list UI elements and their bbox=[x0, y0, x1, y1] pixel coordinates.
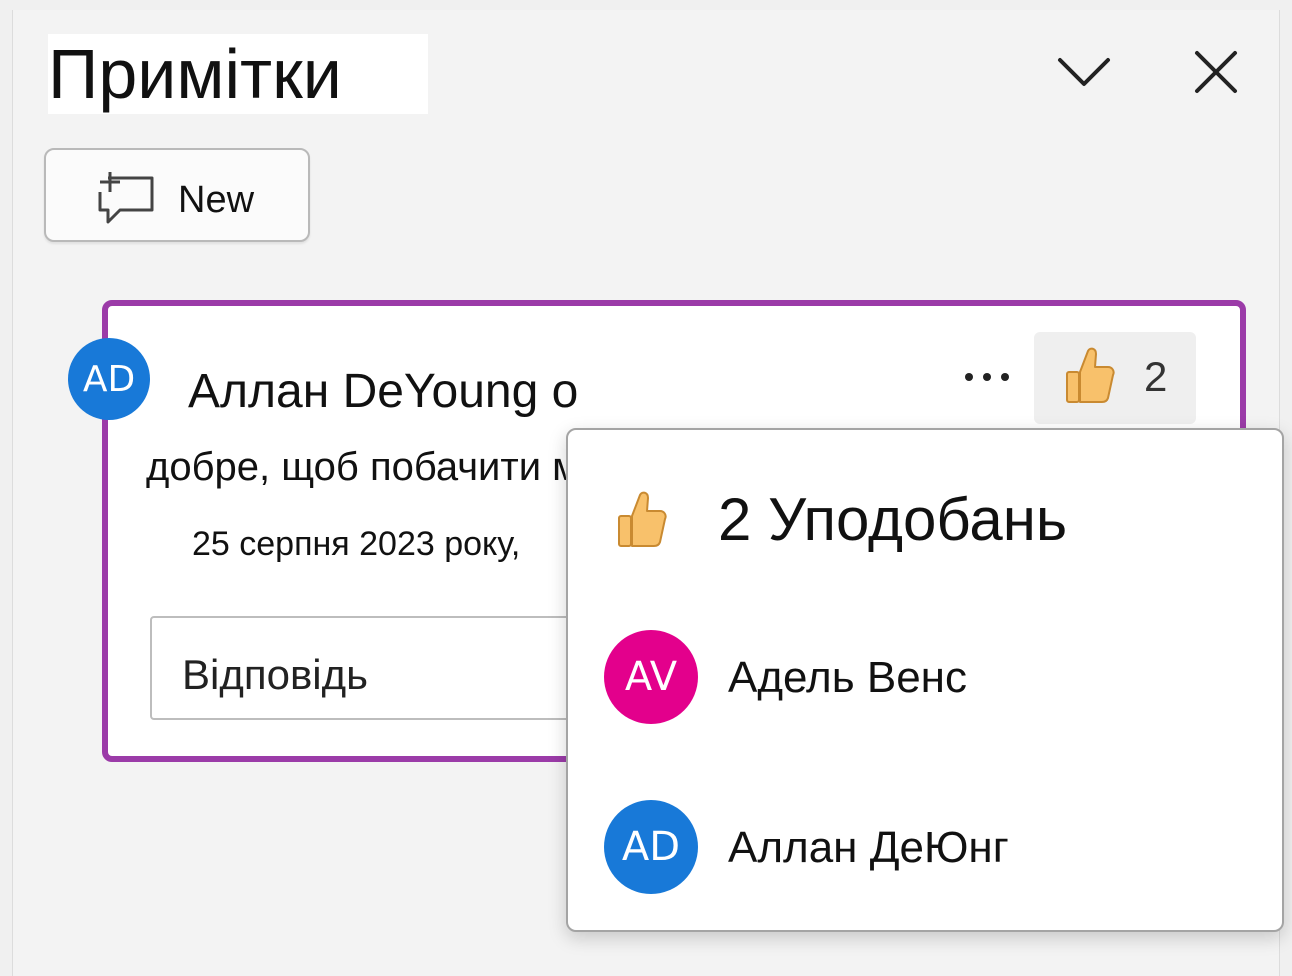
like-count: 2 bbox=[1144, 353, 1168, 400]
liker-name: Аллан ДеЮнг bbox=[728, 823, 1009, 872]
likes-popup: 2 Уподобань AV Адель Венс AD Аллан ДеЮнг bbox=[566, 428, 1284, 932]
thumbs-up-icon bbox=[618, 491, 667, 547]
author-avatar: AD bbox=[68, 338, 150, 420]
likes-popup-title: 2 Уподобань bbox=[718, 486, 1068, 553]
comment-date: 25 серпня 2023 року, bbox=[192, 525, 521, 563]
comment-author: Аллан DeYoung о bbox=[188, 365, 579, 418]
comment-body: добре, щоб побачити ми bbox=[146, 445, 603, 489]
liker-item: AV Адель Венс bbox=[604, 630, 1244, 726]
collapse-button[interactable] bbox=[1048, 40, 1120, 104]
like-button[interactable]: 2 bbox=[1034, 332, 1196, 424]
reply-placeholder: Відповідь bbox=[182, 651, 368, 698]
new-comment-button[interactable]: New bbox=[44, 148, 310, 242]
pane-title: Примітки bbox=[48, 34, 428, 114]
more-options-button[interactable] bbox=[946, 354, 1028, 400]
new-comment-icon bbox=[98, 172, 154, 224]
chevron-down-icon bbox=[1058, 58, 1110, 86]
liker-item: AD Аллан ДеЮнг bbox=[604, 800, 1244, 896]
close-icon bbox=[1195, 51, 1237, 93]
close-button[interactable] bbox=[1180, 40, 1252, 104]
thumbs-up-icon bbox=[1066, 347, 1115, 403]
more-options-icon bbox=[965, 373, 973, 381]
liker-avatar: AV bbox=[604, 630, 698, 724]
liker-avatar: AD bbox=[604, 800, 698, 894]
liker-name: Адель Венс bbox=[728, 653, 967, 702]
new-comment-label: New bbox=[178, 179, 255, 221]
reply-input[interactable]: Відповідь bbox=[150, 616, 630, 720]
